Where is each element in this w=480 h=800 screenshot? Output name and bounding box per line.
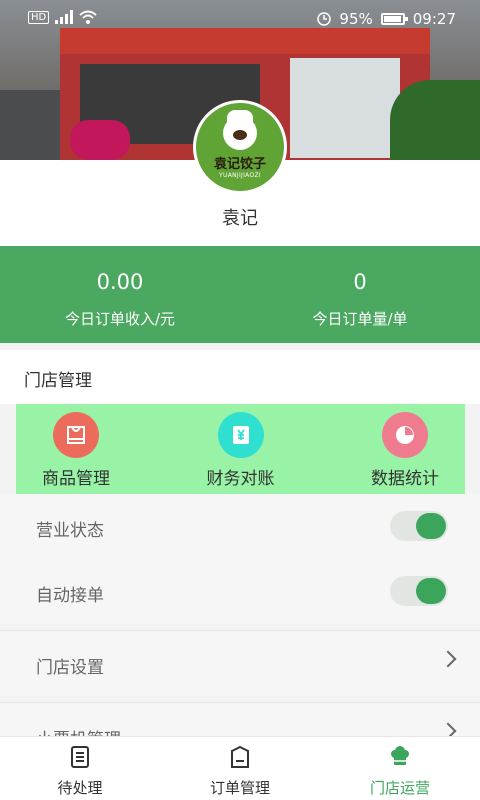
pie-chart-icon xyxy=(382,412,428,458)
today-stats: 0.00 今日订单收入/元 0 今日订单量/单 xyxy=(0,246,480,343)
nav-store-operations[interactable]: 门店运营 xyxy=(320,737,480,800)
toggle-label: 营业状态 xyxy=(36,521,104,541)
nav-label: 订单管理 xyxy=(209,779,270,797)
stat-orders[interactable]: 0 今日订单量/单 xyxy=(240,246,480,343)
quick-item-stats[interactable]: 数据统计 xyxy=(345,404,465,494)
yuan-icon xyxy=(217,412,264,458)
nav-pending[interactable]: 待处理 xyxy=(0,737,160,800)
quick-item-finance[interactable]: 财务对账 xyxy=(181,404,301,494)
quick-item-label: 财务对账 xyxy=(206,469,275,489)
toggle-row-auto-accept: 自动接单 xyxy=(0,559,480,624)
auto-accept-switch[interactable] xyxy=(390,576,448,606)
quick-item-goods[interactable]: 商品管理 xyxy=(16,404,136,494)
clock: 09:27 xyxy=(412,10,456,28)
order-box-icon xyxy=(231,745,249,768)
logo-text-cn: 袁记饺子 xyxy=(213,156,266,172)
store-avatar[interactable]: 袁记饺子 YUANJIJIAOZI xyxy=(193,100,287,194)
hd-indicator: HD xyxy=(28,10,50,24)
signal-icon xyxy=(55,10,74,24)
orders-label: 今日订单量/单 xyxy=(312,310,408,328)
status-bar: HD 95% 09:27 xyxy=(0,0,480,38)
alarm-icon xyxy=(317,12,332,26)
quick-item-label: 数据统计 xyxy=(371,469,439,489)
battery-percent: 95% xyxy=(339,10,373,28)
chef-hat-icon xyxy=(391,746,409,765)
income-value: 0.00 xyxy=(96,270,144,294)
business-status-switch[interactable] xyxy=(390,511,448,541)
battery-icon xyxy=(380,13,408,25)
toggle-label: 自动接单 xyxy=(36,586,104,606)
store-name: 袁记 xyxy=(222,208,258,229)
wifi-icon xyxy=(79,10,97,24)
orders-value: 0 xyxy=(353,270,367,294)
quick-menu: 商品管理 财务对账 数据统计 xyxy=(16,404,465,494)
row-label: 门店设置 xyxy=(36,658,104,678)
store-settings-row[interactable]: 门店设置 xyxy=(0,630,480,696)
income-label: 今日订单收入/元 xyxy=(64,310,176,328)
nav-orders[interactable]: 订单管理 xyxy=(160,737,320,800)
logo-text-en: YUANJIJIAOZI xyxy=(219,171,261,179)
chevron-right-icon xyxy=(439,650,457,668)
section-title: 门店管理 xyxy=(0,350,480,404)
chef-logo-icon xyxy=(223,109,257,150)
list-icon xyxy=(71,746,89,768)
toggle-row-business-status: 营业状态 xyxy=(0,494,480,559)
nav-label: 待处理 xyxy=(57,779,103,797)
shopping-bag-icon xyxy=(53,412,99,458)
bottom-nav: 待处理 订单管理 门店运营 xyxy=(0,736,480,800)
quick-item-label: 商品管理 xyxy=(42,469,110,489)
stat-income[interactable]: 0.00 今日订单收入/元 xyxy=(0,246,240,343)
nav-label: 门店运营 xyxy=(369,779,430,797)
